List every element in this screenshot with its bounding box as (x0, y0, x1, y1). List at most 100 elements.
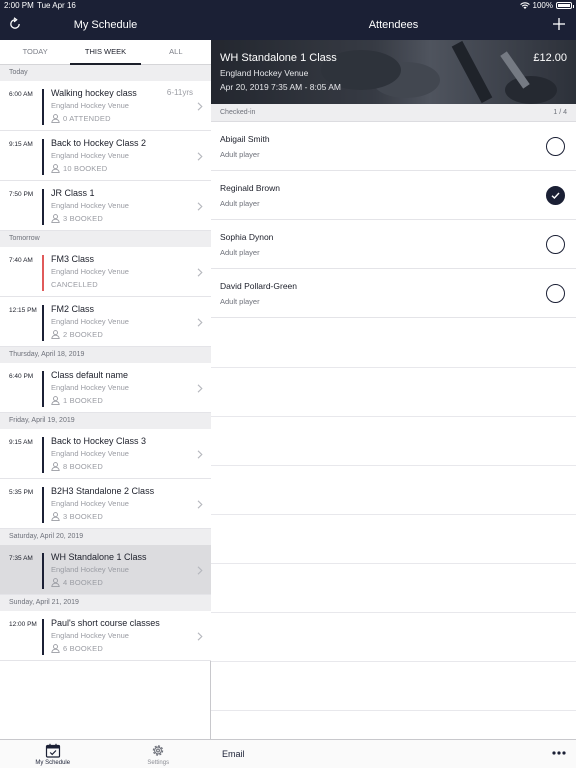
tab-this-week[interactable]: THIS WEEK (70, 40, 141, 65)
class-datetime: Apr 20, 2019 7:35 AM - 8:05 AM (220, 82, 341, 92)
email-button[interactable]: Email (222, 749, 245, 759)
class-row[interactable]: 7:50 PM JR Class 1 England Hockey Venue 3 B… (0, 181, 211, 231)
class-age-range: 6-11yrs (166, 88, 193, 97)
class-row[interactable]: 7:40 AM FM3 Class England Hockey Venue CANC… (0, 247, 211, 297)
class-row[interactable]: 9:15 AM Back to Hockey Class 2 England Hoc… (0, 131, 211, 181)
class-name: FM2 Class (51, 304, 95, 314)
chevron-right-icon (197, 566, 203, 575)
attendee-type: Adult player (220, 248, 260, 257)
chevron-right-icon (197, 268, 203, 277)
class-indicator-bar (42, 619, 44, 655)
class-row[interactable]: 6:00 AM Walking hockey class England Hocke… (0, 81, 211, 131)
class-row[interactable]: 6:40 PM Class default name England Hockey … (0, 363, 211, 413)
attendee-row[interactable]: Abigail Smith Adult player (211, 122, 576, 171)
chevron-right-icon (197, 318, 203, 327)
attendee-row[interactable]: Reginald Brown Adult player (211, 171, 576, 220)
empty-row-divider (211, 661, 576, 662)
class-venue: England Hockey Venue (51, 449, 129, 458)
more-options-icon[interactable] (552, 748, 566, 758)
class-time: 6:40 PM (9, 373, 34, 380)
class-row[interactable]: 12:00 PM Paul's short course classes Engla… (0, 611, 211, 661)
class-status: 10 BOOKED (63, 164, 108, 173)
attendee-type: Adult player (220, 150, 260, 159)
class-time: 6:00 AM (9, 91, 33, 98)
checked-in-label: Checked-in (220, 109, 256, 116)
class-row[interactable]: 12:15 PM FM2 Class England Hockey Venue 2 B… (0, 297, 211, 347)
tab-my-schedule[interactable]: My Schedule (0, 740, 106, 768)
class-status: 3 BOOKED (63, 512, 103, 521)
class-venue: England Hockey Venue (51, 631, 129, 640)
status-right: 100% (519, 1, 574, 10)
section-header: Saturday, April 20, 2019 (0, 529, 211, 545)
attendees-nav-bar: Attendees (211, 11, 576, 40)
check-in-toggle[interactable] (546, 186, 565, 205)
class-indicator-bar (42, 437, 44, 473)
person-icon (51, 396, 60, 405)
check-in-toggle[interactable] (546, 284, 565, 303)
battery-icon (556, 2, 574, 9)
class-time: 12:15 PM (9, 307, 37, 314)
chevron-right-icon (197, 202, 203, 211)
class-name: FM3 Class (51, 254, 95, 264)
check-in-toggle[interactable] (546, 137, 565, 156)
section-header: Sunday, April 21, 2019 (0, 595, 211, 611)
status-date: Tue Apr 16 (37, 1, 76, 10)
tab-settings-label: Settings (147, 760, 170, 766)
class-name: Walking hockey class (51, 88, 137, 98)
class-price: £12.00 (533, 52, 567, 64)
class-venue: England Hockey Venue (51, 383, 129, 392)
add-icon[interactable] (552, 17, 566, 31)
class-status: 2 BOOKED (63, 330, 103, 339)
attendee-list: Abigail Smith Adult player Reginald Brown A… (211, 122, 576, 318)
empty-row-divider (211, 563, 576, 564)
class-status: 8 BOOKED (63, 462, 103, 471)
class-row[interactable]: 5:35 PM B2H3 Standalone 2 Class England Ho… (0, 479, 211, 529)
tab-today[interactable]: TODAY (0, 40, 70, 64)
class-indicator-bar (42, 255, 44, 291)
class-header-banner: WH Standalone 1 Class £12.00 England Hoc… (211, 40, 576, 104)
tab-settings[interactable]: Settings (106, 740, 212, 768)
calendar-check-icon (45, 743, 60, 758)
section-header: Today (0, 65, 211, 81)
attendee-row[interactable]: David Pollard-Green Adult player (211, 269, 576, 318)
class-name: Paul's short course classes (51, 618, 160, 628)
class-status: CANCELLED (51, 280, 98, 289)
check-in-toggle[interactable] (546, 235, 565, 254)
schedule-title: My Schedule (73, 19, 138, 31)
section-header: Tomorrow (0, 231, 211, 247)
class-indicator-bar (42, 89, 44, 125)
class-time: 9:15 AM (9, 141, 33, 148)
class-time: 5:35 PM (9, 489, 34, 496)
status-bar: 2:00 PM Tue Apr 16 100% (0, 0, 576, 11)
chevron-right-icon (197, 450, 203, 459)
class-status: 0 ATTENDED (63, 114, 111, 123)
class-time: 9:15 AM (9, 439, 33, 446)
person-icon (51, 114, 60, 123)
checked-in-header: Checked-in 1 / 4 (211, 104, 576, 122)
attendees-panel: Attendees WH Standalone 1 Class £12.00 E… (211, 0, 576, 768)
class-row[interactable]: 7:35 AM WH Standalone 1 Class England Hock… (0, 545, 211, 595)
attendee-row[interactable]: Sophia Dynon Adult player (211, 220, 576, 269)
class-indicator-bar (42, 139, 44, 175)
class-indicator-bar (42, 305, 44, 341)
class-status: 4 BOOKED (63, 578, 103, 587)
person-icon (51, 644, 60, 653)
tab-all[interactable]: ALL (141, 40, 211, 64)
chevron-right-icon (197, 500, 203, 509)
class-name: WH Standalone 1 Class (51, 552, 147, 562)
class-indicator-bar (42, 553, 44, 589)
class-name: B2H3 Standalone 2 Class (51, 486, 155, 496)
class-venue: England Hockey Venue (51, 201, 129, 210)
attendee-name: Abigail Smith (220, 134, 270, 144)
class-time: 12:00 PM (9, 621, 37, 628)
tab-my-schedule-label: My Schedule (35, 760, 71, 766)
attendee-name: Reginald Brown (220, 183, 281, 193)
wifi-icon (519, 2, 530, 9)
class-row[interactable]: 9:15 AM Back to Hockey Class 3 England Hoc… (0, 429, 211, 479)
class-venue: England Hockey Venue (51, 101, 129, 110)
person-icon (51, 214, 60, 223)
empty-row-divider (211, 710, 576, 711)
class-venue: England Hockey Venue (51, 499, 129, 508)
attendees-title: Attendees (368, 19, 419, 31)
class-title: WH Standalone 1 Class (220, 52, 337, 64)
